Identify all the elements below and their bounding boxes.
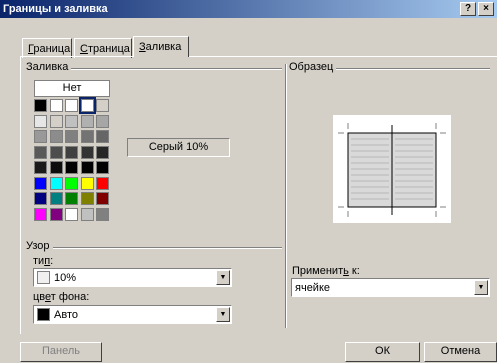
color-swatch[interactable] — [96, 99, 109, 112]
color-swatch[interactable] — [34, 99, 47, 112]
color-swatch[interactable] — [65, 146, 78, 159]
pattern-type-mnemonic: п — [44, 255, 51, 267]
tab-border-label: раница — [33, 43, 71, 55]
color-swatch[interactable] — [34, 115, 47, 128]
color-swatch[interactable] — [96, 208, 109, 221]
chevron-down-icon[interactable]: ▼ — [216, 307, 230, 322]
tab-fill-label: аливка — [145, 41, 182, 53]
color-swatch[interactable] — [96, 146, 109, 159]
pattern-group-line — [30, 247, 282, 249]
color-swatch[interactable] — [65, 99, 78, 112]
apply-to-label: Применить к: — [292, 265, 360, 277]
bg-color-mnemonic: е — [45, 291, 51, 303]
chevron-down-icon[interactable]: ▼ — [474, 280, 488, 295]
tab-fill[interactable]: Заливка — [133, 36, 189, 57]
color-swatch[interactable] — [65, 115, 78, 128]
color-swatch[interactable] — [81, 161, 94, 174]
table-preview-icon — [338, 123, 446, 217]
chevron-down-icon[interactable]: ▼ — [216, 270, 230, 285]
color-swatch[interactable] — [96, 177, 109, 190]
no-fill-button[interactable]: Нет — [34, 80, 110, 97]
pattern-type-label: тип: — [33, 255, 54, 267]
color-swatch[interactable] — [34, 146, 47, 159]
color-swatch[interactable] — [96, 130, 109, 143]
color-swatch[interactable] — [50, 192, 63, 205]
color-swatch[interactable] — [34, 161, 47, 174]
tab-page-label: траница — [87, 43, 130, 55]
color-swatch[interactable] — [50, 115, 63, 128]
pattern-swatch — [37, 271, 50, 284]
bg-color-value: Авто — [54, 309, 78, 321]
color-swatch[interactable] — [50, 146, 63, 159]
pattern-type-select[interactable]: 10% ▼ — [33, 268, 232, 287]
color-swatch[interactable] — [96, 115, 109, 128]
selected-color-name: Серый 10% — [127, 138, 230, 157]
bg-color-select[interactable]: Авто ▼ — [33, 305, 232, 324]
ok-button[interactable]: ОК — [345, 342, 420, 362]
color-swatch[interactable] — [65, 208, 78, 221]
tab-border[interactable]: Граница — [22, 38, 72, 58]
color-swatch[interactable] — [96, 161, 109, 174]
color-swatch[interactable] — [50, 99, 63, 112]
preview-sample — [333, 115, 451, 223]
color-swatch[interactable] — [81, 208, 94, 221]
color-swatch[interactable] — [34, 130, 47, 143]
color-swatch[interactable] — [65, 130, 78, 143]
pattern-group-label: Узор — [26, 240, 53, 252]
color-swatch[interactable] — [50, 208, 63, 221]
tab-page[interactable]: Страница — [74, 38, 132, 58]
color-swatch[interactable] — [79, 97, 96, 114]
color-swatch[interactable] — [81, 192, 94, 205]
column-separator — [285, 64, 287, 328]
color-swatch[interactable] — [81, 115, 94, 128]
color-swatch[interactable] — [34, 192, 47, 205]
apply-to-mnemonic: ь — [343, 265, 349, 277]
tab-page-mnemonic: С — [80, 43, 88, 55]
color-swatch[interactable] — [65, 177, 78, 190]
bg-color-swatch — [37, 308, 50, 321]
help-button[interactable]: ? — [460, 2, 476, 16]
color-swatch[interactable] — [50, 177, 63, 190]
preview-group-label: Образец — [289, 61, 337, 73]
fill-group-label: Заливка — [26, 61, 72, 73]
panel-button[interactable]: Панель — [20, 342, 102, 362]
cancel-button[interactable]: Отмена — [424, 342, 497, 362]
window-title: Границы и заливка — [3, 3, 108, 15]
pattern-type-value: 10% — [54, 272, 77, 284]
color-swatch[interactable] — [81, 146, 94, 159]
apply-to-value: ячейке — [295, 282, 331, 294]
bg-color-label: цвет фона: — [33, 291, 90, 303]
title-bar: Границы и заливка ? × — [0, 0, 497, 18]
color-swatch[interactable] — [34, 208, 47, 221]
color-swatch[interactable] — [50, 161, 63, 174]
color-swatch[interactable] — [81, 177, 94, 190]
color-swatch[interactable] — [50, 130, 63, 143]
close-button[interactable]: × — [478, 2, 494, 16]
color-swatch[interactable] — [65, 192, 78, 205]
color-swatch[interactable] — [34, 177, 47, 190]
color-swatch[interactable] — [65, 161, 78, 174]
color-swatch[interactable] — [96, 192, 109, 205]
apply-to-select[interactable]: ячейке ▼ — [291, 278, 490, 297]
tab-fill-mnemonic: З — [139, 41, 146, 53]
color-swatch[interactable] — [81, 130, 94, 143]
